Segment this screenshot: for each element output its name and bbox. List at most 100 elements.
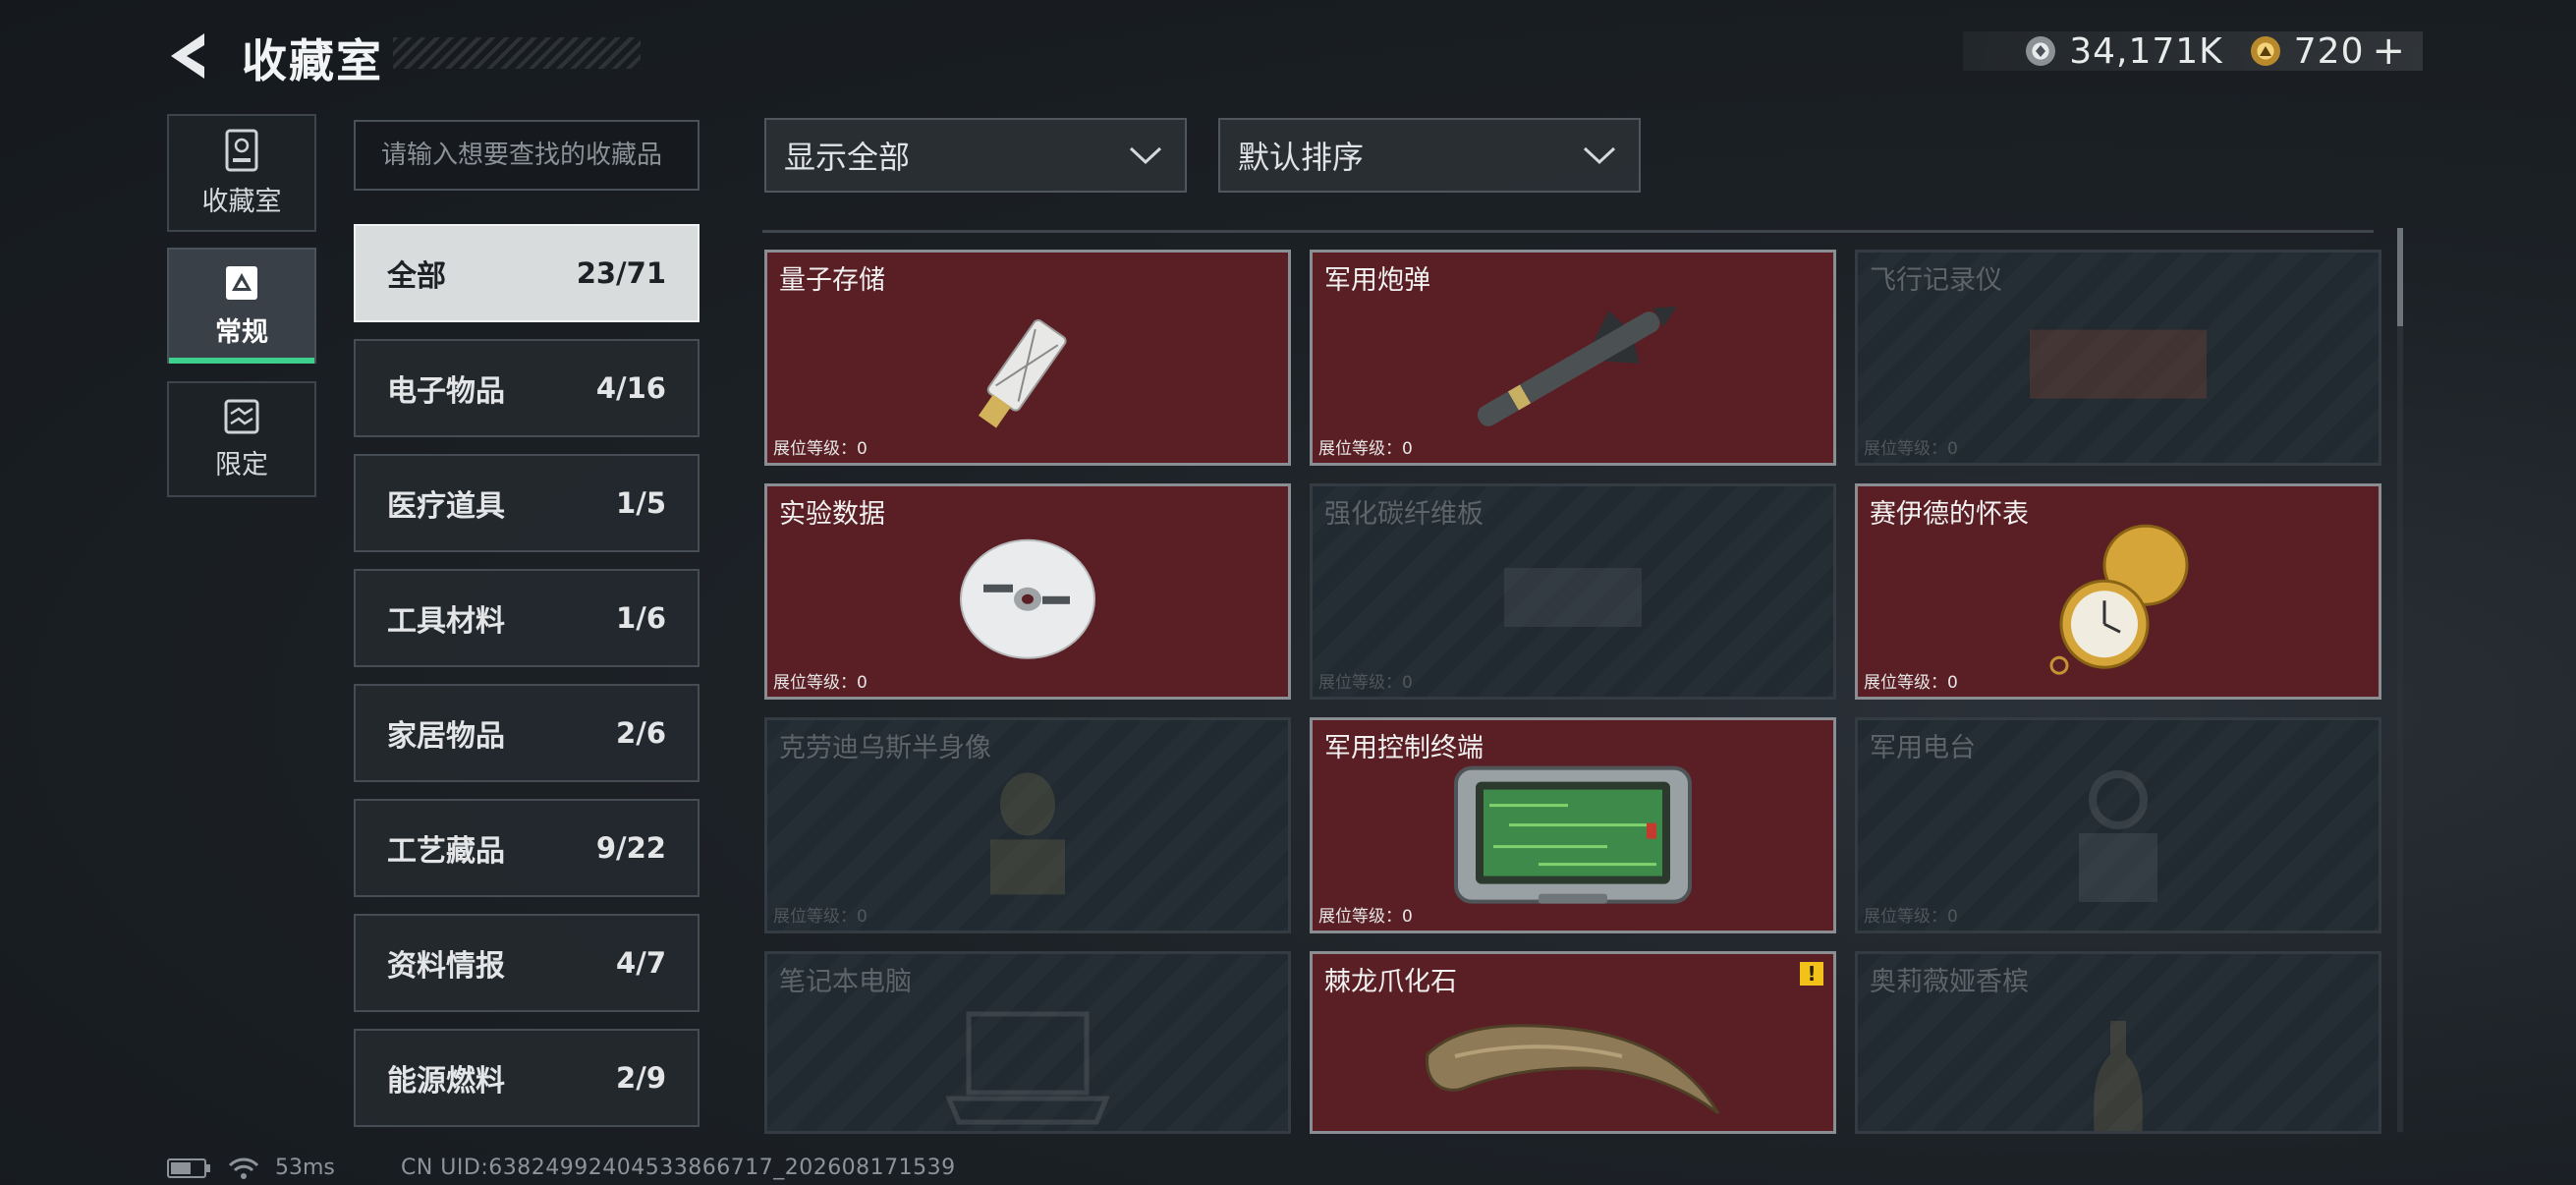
category-count: 4/7: [616, 946, 666, 980]
alert-icon: !: [1800, 962, 1823, 986]
usb-drive-icon: [979, 319, 1067, 428]
item-card-quantum-storage[interactable]: 量子存储 展位等级：0: [764, 250, 1291, 466]
pocket-watch-icon: [2049, 524, 2189, 675]
ping-value: 53ms: [275, 1156, 335, 1180]
tab-regular[interactable]: 常规: [167, 248, 316, 364]
item-card-carbon-plate[interactable]: 强化碳纤维板 展位等级：0: [1310, 483, 1836, 700]
category-all[interactable]: 全部 23/71: [354, 224, 700, 322]
missile-icon: [1477, 307, 1677, 426]
battery-icon: [167, 1157, 210, 1178]
gold-coin-amount: 720: [2293, 30, 2365, 72]
tab-label: 收藏室: [201, 186, 282, 217]
category-name: 工具材料: [387, 604, 505, 639]
display-filter-dropdown[interactable]: 显示全部: [764, 118, 1187, 193]
category-name: 医疗道具: [387, 489, 505, 524]
category-energy[interactable]: 能源燃料 2/9: [354, 1029, 700, 1127]
category-household[interactable]: 家居物品 2/6: [354, 684, 700, 782]
user-uid: CN UID:63824992404533866717_202608171539: [401, 1156, 956, 1180]
item-display-level: 展位等级：0: [1318, 439, 1413, 459]
back-button[interactable]: [165, 28, 216, 85]
tab-limited[interactable]: 限定: [167, 381, 316, 497]
item-name: 棘龙爪化石: [1324, 967, 1457, 997]
regular-icon: [226, 265, 257, 300]
category-tools[interactable]: 工具材料 1/6: [354, 569, 700, 667]
tab-collection-room[interactable]: 收藏室: [167, 114, 316, 232]
grid-divider: [762, 230, 2374, 233]
item-display-level: 展位等级：0: [773, 439, 868, 459]
chevron-down-icon: [1583, 146, 1616, 165]
item-name: 奥莉薇娅香槟: [1870, 967, 2029, 997]
wifi-icon: [228, 1157, 259, 1179]
flight-recorder-icon: [2030, 329, 2207, 399]
category-name: 资料情报: [387, 949, 505, 984]
grid-scrollbar[interactable]: [2397, 228, 2403, 1132]
currency-bar: 34,171K 720 +: [1963, 28, 2423, 74]
control-terminal-icon: [1454, 765, 1692, 904]
item-name: 量子存储: [779, 265, 885, 296]
sort-dropdown[interactable]: 默认排序: [1218, 118, 1641, 193]
champagne-icon: [2094, 1021, 2143, 1131]
item-display-level: 展位等级：0: [1318, 907, 1413, 927]
category-count: 9/22: [595, 831, 666, 865]
item-card-military-shell[interactable]: 军用炮弹 展位等级：0: [1310, 250, 1836, 466]
item-display-level: 展位等级：0: [1864, 907, 1958, 927]
carbon-plate-icon: [1504, 568, 1642, 627]
item-card-experiment-data[interactable]: 实验数据 展位等级：0: [764, 483, 1291, 700]
silver-coin-amount: 34,171K: [2069, 30, 2223, 72]
category-crafts[interactable]: 工艺藏品 9/22: [354, 799, 700, 897]
item-display-level: 展位等级：0: [1864, 439, 1958, 459]
gold-coin-icon: [2250, 36, 2280, 66]
item-name: 军用炮弹: [1324, 265, 1430, 296]
category-medical[interactable]: 医疗道具 1/5: [354, 454, 700, 552]
search-box: [354, 120, 700, 191]
item-card-control-terminal[interactable]: 军用控制终端 展位等级：0: [1310, 717, 1836, 933]
claw-fossil-icon: [1426, 1024, 1720, 1115]
tab-label: 常规: [215, 316, 268, 348]
item-card-pocket-watch[interactable]: 赛伊德的怀表 展位等级：0: [1855, 483, 2381, 700]
add-currency-button[interactable]: +: [2372, 28, 2405, 74]
item-card-military-radio[interactable]: 军用电台 展位等级：0: [1855, 717, 2381, 933]
item-name: 克劳迪乌斯半身像: [779, 733, 991, 763]
item-display-level: 展位等级：0: [1318, 673, 1413, 693]
tab-label: 限定: [215, 449, 268, 480]
collection-room-icon: [225, 129, 258, 171]
item-card-laptop[interactable]: 笔记本电脑: [764, 951, 1291, 1134]
silver-coin-icon: [2026, 36, 2056, 66]
item-display-level: 展位等级：0: [1864, 673, 1958, 693]
limited-icon: [224, 399, 259, 433]
scrollbar-thumb[interactable]: [2397, 228, 2403, 326]
item-name: 实验数据: [779, 499, 885, 530]
status-bar: 53ms: [167, 1156, 335, 1180]
item-name: 笔记本电脑: [779, 967, 912, 997]
dropdown-value: 显示全部: [784, 139, 911, 176]
laptop-icon: [945, 1011, 1110, 1125]
dropdown-value: 默认排序: [1238, 139, 1365, 176]
item-card-olivia-champagne[interactable]: 奥莉薇娅香槟: [1855, 951, 2381, 1134]
category-name: 能源燃料: [387, 1064, 505, 1099]
item-card-flight-recorder[interactable]: 飞行记录仪 展位等级：0: [1855, 250, 2381, 466]
category-count: 1/5: [616, 486, 666, 520]
category-name: 工艺藏品: [387, 834, 505, 869]
item-name: 飞行记录仪: [1870, 265, 2002, 296]
category-count: 1/6: [616, 601, 666, 635]
category-name: 电子物品: [387, 374, 505, 409]
item-name: 强化碳纤维板: [1324, 499, 1484, 530]
item-card-claudius-bust[interactable]: 克劳迪乌斯半身像 展位等级：0: [764, 717, 1291, 933]
title-decoration: [393, 37, 641, 69]
category-intel[interactable]: 资料情报 4/7: [354, 914, 700, 1012]
category-electronics[interactable]: 电子物品 4/16: [354, 339, 700, 437]
category-count: 23/71: [576, 256, 666, 290]
item-display-level: 展位等级：0: [773, 673, 868, 693]
item-display-level: 展位等级：0: [773, 907, 868, 927]
back-arrow-icon: [171, 33, 204, 79]
category-name: 全部: [387, 259, 446, 294]
item-card-claw-fossil[interactable]: 棘龙爪化石 !: [1310, 951, 1836, 1134]
radio-icon: [2079, 770, 2157, 902]
disc-icon: [960, 538, 1095, 659]
category-count: 2/9: [616, 1061, 666, 1095]
category-name: 家居物品: [387, 719, 505, 754]
bust-icon: [990, 772, 1065, 895]
item-name: 赛伊德的怀表: [1870, 499, 2029, 530]
category-count: 2/6: [616, 716, 666, 750]
search-input[interactable]: [356, 122, 698, 189]
